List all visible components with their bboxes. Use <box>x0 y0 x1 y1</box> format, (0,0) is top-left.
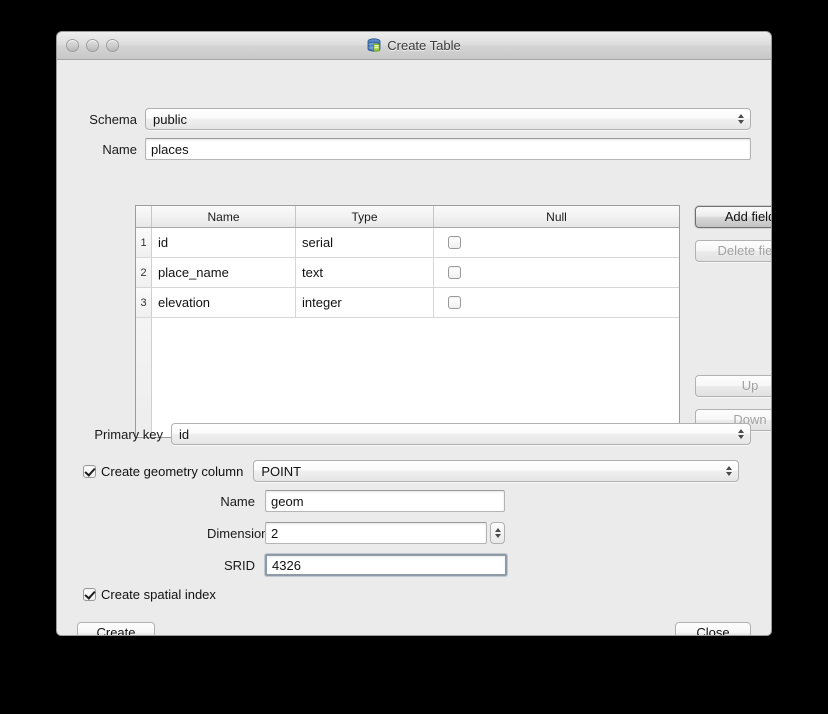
dialog-body: Schema public Name places Name Type Null <box>57 60 771 636</box>
create-geometry-column-checkbox[interactable] <box>83 465 96 478</box>
cell-field-type[interactable]: integer <box>296 288 434 317</box>
create-geometry-column-label: Create geometry column <box>101 464 243 479</box>
table-blank-space <box>152 318 679 436</box>
primary-key-select[interactable]: id <box>171 423 751 445</box>
dimensions-input[interactable]: 2 <box>265 522 487 544</box>
dimensions-stepper[interactable] <box>490 522 505 544</box>
cell-field-name[interactable]: id <box>152 228 296 257</box>
geometry-column-row: Create geometry column POINT <box>83 460 755 482</box>
dialog-titlebar: Create Table <box>57 32 771 60</box>
close-dialog-button[interactable]: Close <box>675 622 751 636</box>
primary-key-value: id <box>179 427 189 442</box>
geometry-name-input[interactable]: geom <box>265 490 505 512</box>
dimensions-row: Dimensions 2 <box>207 522 505 544</box>
add-field-button[interactable]: Add field <box>695 206 772 228</box>
column-header-type[interactable]: Type <box>296 206 434 227</box>
table-corner-cell <box>136 206 152 227</box>
primary-key-label: Primary key <box>79 427 163 442</box>
create-table-dialog: Create Table Schema public Name places <box>56 31 772 636</box>
cell-field-null <box>434 258 679 287</box>
dialog-title: Create Table <box>387 38 460 53</box>
geometry-type-value: POINT <box>261 464 301 479</box>
geometry-name-label: Name <box>207 494 255 509</box>
srid-value: 4326 <box>272 558 301 573</box>
table-name-label: Name <box>79 142 137 157</box>
move-up-button[interactable]: Up <box>695 375 772 397</box>
table-row[interactable]: 1 id serial <box>136 228 679 258</box>
cell-field-null <box>434 228 679 257</box>
srid-row: SRID 4326 <box>207 554 507 576</box>
row-index: 1 <box>136 228 152 257</box>
cell-field-type[interactable]: text <box>296 258 434 287</box>
row-index: 2 <box>136 258 152 287</box>
table-empty-area <box>136 318 679 436</box>
stepper-up-icon[interactable] <box>495 528 501 532</box>
geometry-name-value: geom <box>271 494 304 509</box>
schema-select[interactable]: public <box>145 108 751 130</box>
geometry-name-row: Name geom <box>207 490 505 512</box>
row-index: 3 <box>136 288 152 317</box>
cell-field-type[interactable]: serial <box>296 228 434 257</box>
title-group: Create Table <box>367 38 460 53</box>
column-header-name[interactable]: Name <box>152 206 296 227</box>
cell-field-name[interactable]: elevation <box>152 288 296 317</box>
create-spatial-index-label: Create spatial index <box>101 587 216 602</box>
table-name-input[interactable]: places <box>145 138 751 160</box>
delete-field-button[interactable]: Delete field <box>695 240 772 262</box>
null-checkbox[interactable] <box>448 236 461 249</box>
cell-field-null <box>434 288 679 317</box>
schema-value: public <box>153 112 187 127</box>
fields-table[interactable]: Name Type Null 1 id serial 2 place_name … <box>135 205 680 438</box>
srid-label: SRID <box>207 558 255 573</box>
table-name-row: Name places <box>79 138 751 160</box>
table-row[interactable]: 3 elevation integer <box>136 288 679 318</box>
table-row[interactable]: 2 place_name text <box>136 258 679 288</box>
database-table-icon <box>367 38 382 53</box>
chevron-updown-icon <box>738 429 744 439</box>
fields-table-header: Name Type Null <box>136 206 679 228</box>
null-checkbox[interactable] <box>448 296 461 309</box>
window-controls <box>66 39 119 52</box>
minimize-button[interactable] <box>86 39 99 52</box>
chevron-updown-icon <box>726 466 732 476</box>
spatial-index-row: Create spatial index <box>83 587 216 602</box>
table-row-gutter <box>136 318 152 436</box>
schema-label: Schema <box>79 112 137 127</box>
dimensions-value: 2 <box>271 526 278 541</box>
primary-key-row: Primary key id <box>79 423 751 445</box>
chevron-updown-icon <box>738 114 744 124</box>
table-name-value: places <box>151 142 189 157</box>
close-button[interactable] <box>66 39 79 52</box>
column-header-null[interactable]: Null <box>434 206 679 227</box>
srid-input[interactable]: 4326 <box>265 554 507 576</box>
cell-field-name[interactable]: place_name <box>152 258 296 287</box>
geometry-type-select[interactable]: POINT <box>253 460 739 482</box>
create-button[interactable]: Create <box>77 622 155 636</box>
zoom-button[interactable] <box>106 39 119 52</box>
stepper-down-icon[interactable] <box>495 534 501 538</box>
dimensions-label: Dimensions <box>207 526 255 541</box>
null-checkbox[interactable] <box>448 266 461 279</box>
schema-row: Schema public <box>79 108 751 130</box>
create-spatial-index-checkbox[interactable] <box>83 588 96 601</box>
